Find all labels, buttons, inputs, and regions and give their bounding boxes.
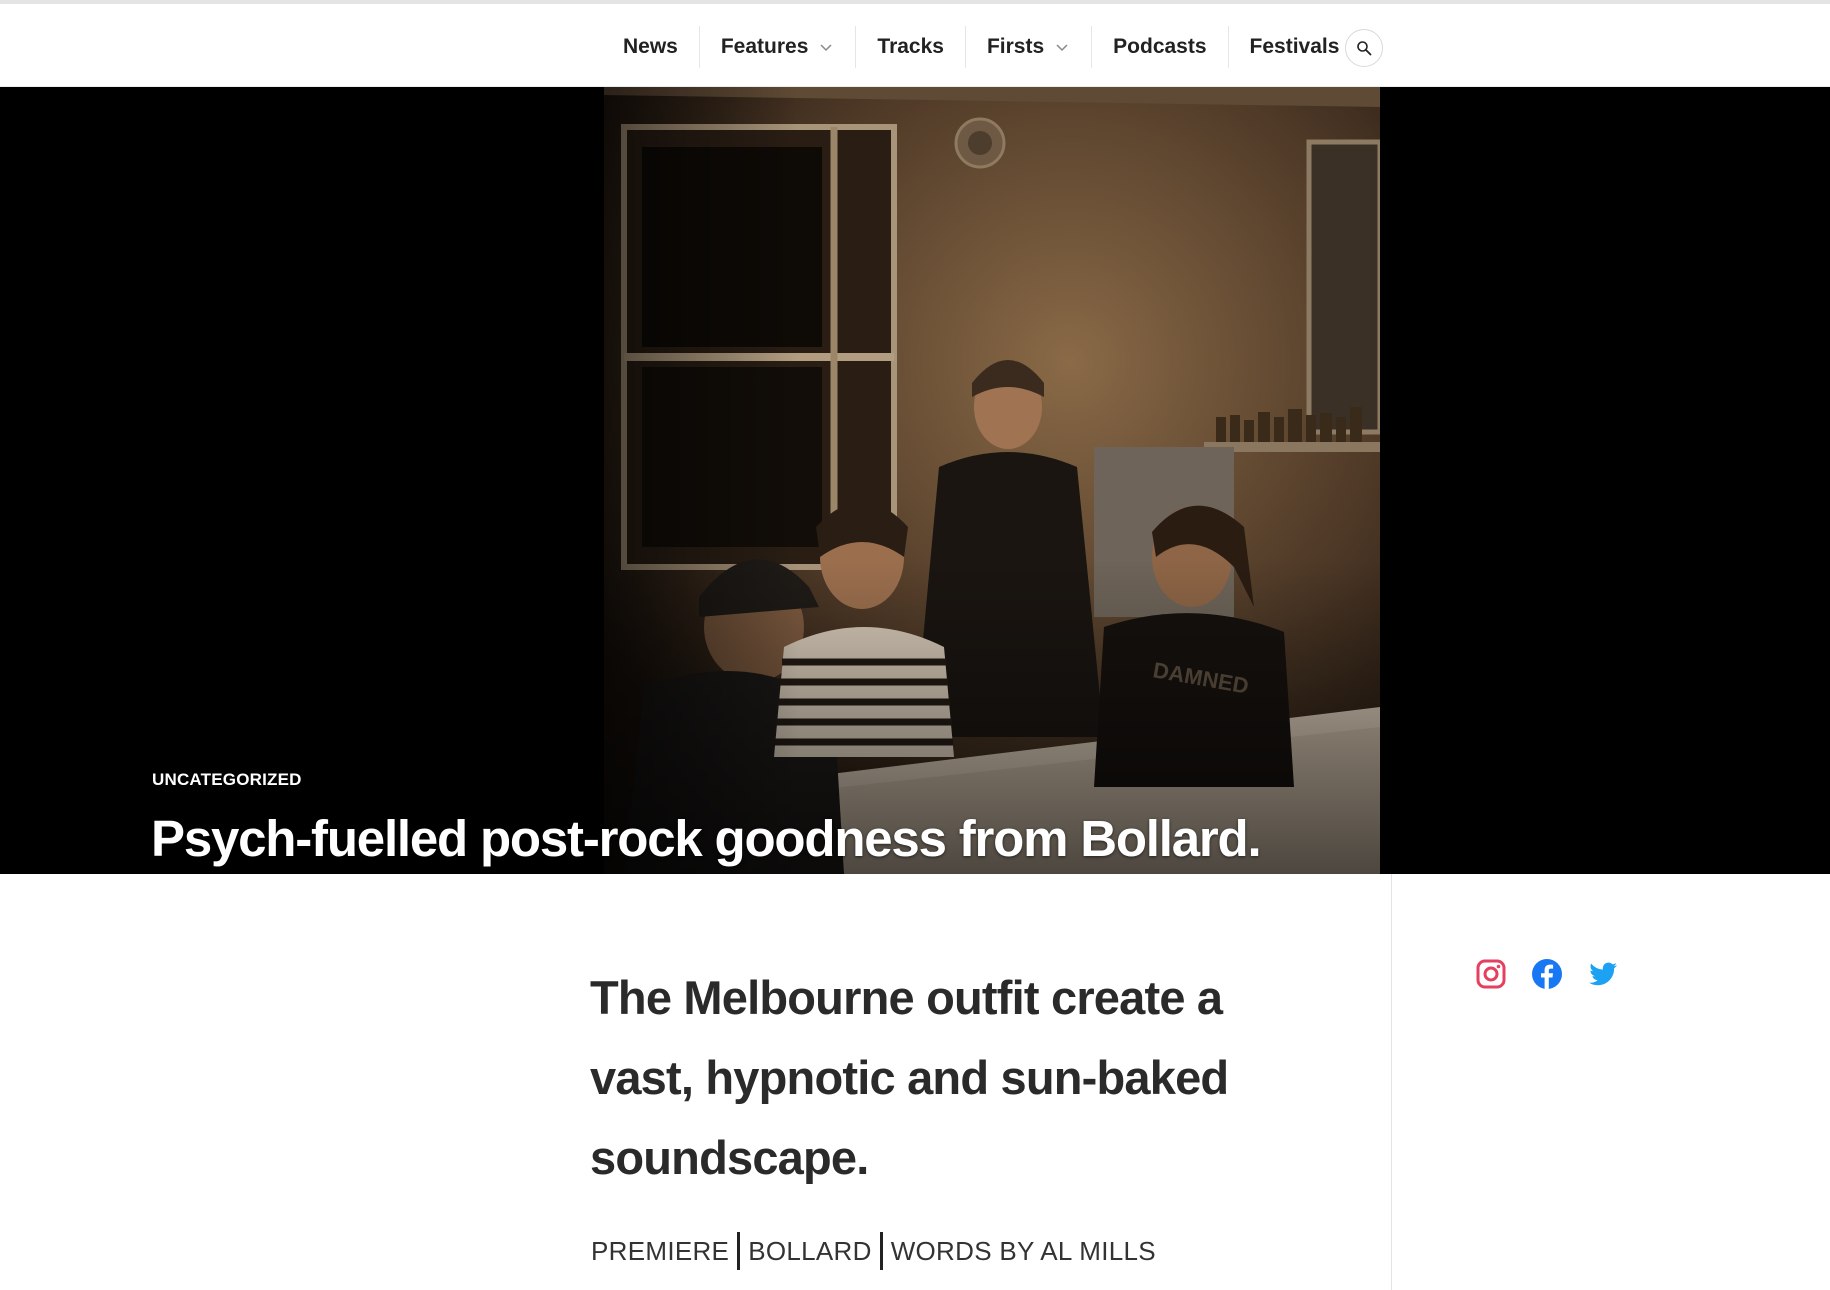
twitter-icon[interactable] — [1587, 958, 1619, 990]
nav-item-tracks[interactable]: Tracks — [856, 26, 966, 68]
nav-item-firsts[interactable]: Firsts — [966, 26, 1093, 68]
sidebar-divider — [1391, 874, 1392, 1290]
article-standfirst: The Melbourne outfit create a vast, hypn… — [590, 971, 1229, 1184]
chevron-down-icon — [1056, 44, 1068, 52]
facebook-icon[interactable] — [1531, 958, 1563, 990]
nav-item-news[interactable]: News — [602, 26, 700, 68]
chevron-down-icon — [820, 44, 832, 52]
meta-byline: WORDS BY AL MILLS — [890, 1235, 1156, 1266]
main-nav: News Features Tracks Firsts Podcasts Fes… — [602, 26, 1360, 68]
article-meta: PREMIERE BOLLARD WORDS BY AL MILLS — [591, 1232, 1156, 1270]
nav-item-features[interactable]: Features — [700, 26, 857, 68]
article-title: Psych-fuelled post-rock goodness from Bo… — [151, 810, 1262, 867]
nav-item-label: Tracks — [877, 35, 944, 58]
article-category[interactable]: UNCATEGORIZED — [152, 770, 302, 790]
nav-item-label: News — [623, 35, 678, 58]
nav-item-label: Podcasts — [1113, 35, 1207, 58]
meta-separator — [737, 1232, 741, 1270]
nav-item-podcasts[interactable]: Podcasts — [1092, 26, 1229, 68]
meta-separator — [879, 1232, 883, 1270]
hero-photo: DAMNED — [604, 87, 1380, 874]
search-button[interactable] — [1345, 29, 1383, 67]
search-icon — [1357, 41, 1372, 56]
nav-item-label: Firsts — [986, 35, 1045, 58]
nav-item-label: Festivals — [1249, 35, 1340, 58]
band-photo-illustration: DAMNED — [604, 87, 1380, 874]
instagram-icon[interactable] — [1475, 958, 1507, 990]
hero-banner: DAMNED UNCATEGORIZED Psych-fuelled post-… — [0, 87, 1830, 874]
meta-tag-artist: BOLLARD — [748, 1235, 872, 1266]
meta-tag-premiere: PREMIERE — [591, 1235, 730, 1266]
nav-item-festivals[interactable]: Festivals — [1229, 26, 1361, 68]
nav-item-label: Features — [720, 35, 809, 58]
social-links — [1475, 958, 1619, 990]
site-header: News Features Tracks Firsts Podcasts Fes… — [0, 4, 1830, 87]
